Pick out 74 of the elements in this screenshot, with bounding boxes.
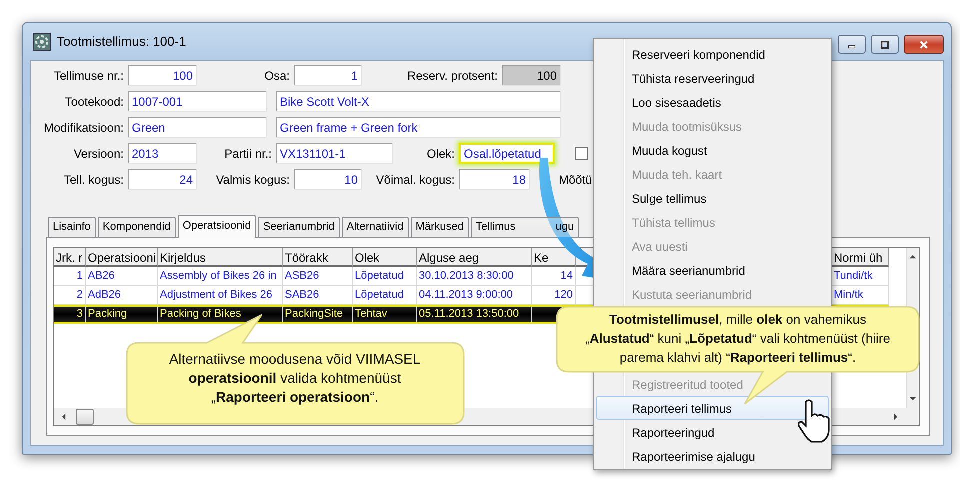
field-label: Partii nr.: [224, 146, 272, 160]
field-label: Tell. kogus: [62, 172, 124, 186]
table-cell: Assembly of Bikes 26 in [158, 267, 283, 286]
app-icon [33, 32, 51, 50]
menu-item[interactable]: Tühista reserveeringud [596, 66, 829, 90]
field-label: Osa: [264, 68, 290, 82]
menu-item[interactable]: Sulge tellimus [596, 186, 829, 210]
checkbox[interactable] [575, 147, 588, 160]
tab[interactable]: Komponendid [98, 217, 176, 237]
table-cell: 14 [532, 267, 576, 286]
minimize-button[interactable] [838, 35, 866, 54]
field-label: Mõõtü [559, 172, 592, 186]
left-arrow-icon [60, 412, 68, 420]
callout-text: Alternatiivse moodusena võid VIIMASEL operatsioonil valida kohtmenüüst „Raporteeri operatsioon“. [168, 350, 422, 407]
down-arrow-icon [909, 395, 917, 403]
text-field[interactable]: 1 [294, 65, 362, 86]
menu-item[interactable]: Loo sisesaadetis [596, 90, 829, 114]
field-label: Reserv. protsent: [406, 68, 498, 82]
text-field[interactable]: Osal.lõpetatud [459, 143, 555, 164]
text-field[interactable]: 1007-001 [128, 91, 267, 112]
table-cell: 30.10.2013 8:30:00 [417, 267, 532, 286]
menu-item[interactable]: Määra seerianumbrid [596, 258, 829, 282]
field-label: Modifikatsioon: [42, 120, 124, 134]
menu-item[interactable]: Raporteerimise ajalugu [596, 444, 829, 468]
table-cell: 3 [54, 305, 86, 324]
text-field[interactable]: 2013 [128, 143, 197, 164]
field-label: Tellimuse nr.: [52, 68, 124, 82]
callout-text: Tootmistellimusel, mille olek on vahemikus „Alustatud“ kuni „Lõpetatud“ vali kohtmenüüst (hiire parema klahvi alt) “Raporteeri tellimus“. [585, 311, 891, 367]
column-header[interactable]: Alguse aeg [417, 248, 532, 267]
text-field[interactable]: 10 [294, 169, 362, 190]
maximize-button[interactable] [871, 35, 899, 54]
field-label: Olek: [426, 146, 455, 160]
menu-item[interactable]: Muuda kogust [596, 138, 829, 162]
text-field[interactable]: Bike Scott Volt-X [276, 91, 561, 112]
column-header[interactable]: Kirjeldus [158, 248, 283, 267]
tab[interactable]: Lisainfo [48, 217, 96, 237]
table-cell: ASB26 [283, 267, 353, 286]
table-cell: Packing of Bikes [158, 305, 283, 324]
scrollbar-thumb[interactable] [76, 408, 94, 424]
menu-item[interactable]: Reserveeri komponendid [596, 42, 829, 66]
column-header[interactable]: Ke [532, 248, 576, 267]
column-header[interactable]: Jrk. r [54, 248, 86, 267]
right-arrow-icon [892, 412, 900, 420]
table-cell: 1 [54, 267, 86, 286]
tab[interactable]: Märkused [410, 217, 470, 237]
field-label: Versioon: [72, 146, 124, 160]
window-title: Tootmistellimus: 100-1 [57, 34, 186, 49]
text-field[interactable]: Green frame + Green fork [276, 117, 561, 138]
column-header[interactable]: Operatsiooni [86, 248, 158, 267]
table-cell: AB26 [86, 267, 158, 286]
text-field[interactable]: 18 [459, 169, 530, 190]
field-label: Võimal. kogus: [375, 172, 455, 186]
text-field[interactable]: VX131101-1 [276, 143, 393, 164]
close-button[interactable] [904, 35, 944, 54]
tab[interactable]: Alternatiivid [342, 217, 409, 237]
table-cell: 05.11.2013 13:50:00 [417, 305, 532, 324]
text-field[interactable]: 24 [128, 169, 197, 190]
field-label: Tootekood: [64, 94, 124, 108]
column-header[interactable]: Olek [353, 248, 417, 267]
tab[interactable]: Seerianumbrid [258, 217, 340, 237]
maximize-icon [881, 40, 889, 48]
field-label: Valmis kogus: [215, 172, 290, 186]
menu-item[interactable]: Raporteeri tellimus [596, 396, 829, 420]
up-arrow-icon [909, 253, 917, 261]
column-header[interactable]: Töörakk [283, 248, 353, 267]
table-cell: Packing [86, 305, 158, 324]
column-header[interactable]: Normi üh [832, 248, 889, 267]
text-field[interactable]: Green [128, 117, 267, 138]
text-field[interactable]: 100 [128, 65, 197, 86]
table-cell: Tehtav [353, 305, 417, 324]
close-icon [920, 40, 928, 48]
table-cell: PackingSite [283, 305, 353, 324]
tab[interactable]: Operatsioonid [178, 215, 256, 238]
table-cell: Lõpetatud [353, 267, 417, 286]
